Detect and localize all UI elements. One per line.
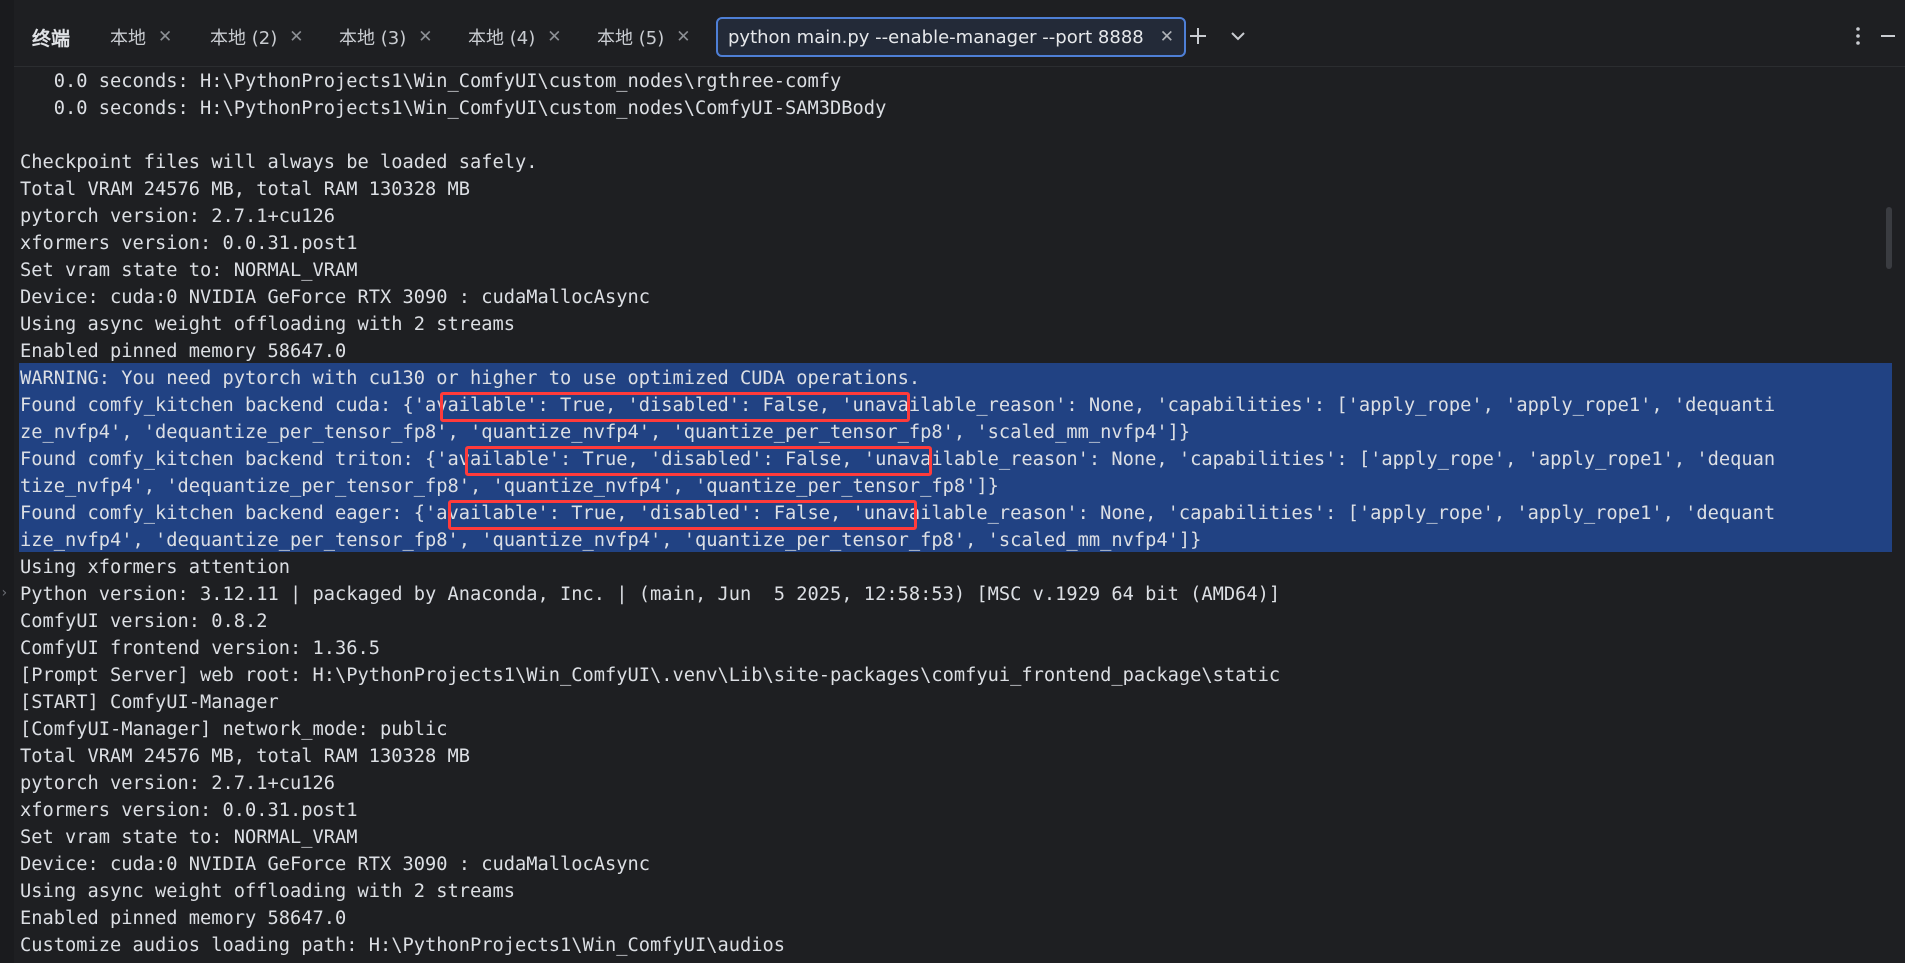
minimize-icon	[1881, 35, 1895, 37]
tab-local-3[interactable]: 本地 (3) ✕	[339, 17, 432, 57]
terminal-line: Enabled pinned memory 58647.0	[20, 341, 347, 362]
chevron-down-icon	[1231, 32, 1245, 41]
edge-marker-icon: ›	[0, 585, 9, 601]
vertical-scrollbar[interactable]	[1886, 207, 1892, 269]
tab-label: 本地 (5)	[597, 28, 665, 49]
terminal-line: Using xformers attention	[20, 557, 291, 578]
minimize-button[interactable]	[1874, 22, 1902, 50]
terminal-line: Total VRAM 24576 MB, total RAM 130328 MB	[20, 179, 471, 200]
terminal-line: Using async weight offloading with 2 str…	[20, 881, 516, 902]
terminal-line: WARNING: You need pytorch with cu130 or …	[20, 368, 921, 389]
tab-local-1[interactable]: 本地 ✕	[110, 17, 172, 57]
terminal-line: ComfyUI version: 0.8.2	[20, 611, 268, 632]
close-icon[interactable]: ✕	[418, 28, 432, 46]
terminal-line: Checkpoint files will always be loaded s…	[20, 152, 538, 173]
annotation-box	[448, 500, 917, 530]
left-edge-strip	[0, 0, 14, 963]
new-tab-button[interactable]	[1184, 22, 1212, 50]
tab-list-dropdown-button[interactable]	[1224, 22, 1252, 50]
terminal-line: tize_nvfp4', 'dequantize_per_tensor_fp8'…	[20, 476, 999, 497]
terminal-line: 0.0 seconds: H:\PythonProjects1\Win_Comf…	[20, 71, 842, 92]
close-icon[interactable]: ✕	[676, 28, 690, 46]
terminal-line: Set vram state to: NORMAL_VRAM	[20, 827, 358, 848]
tab-label: 本地	[110, 28, 146, 49]
close-icon[interactable]: ✕	[289, 28, 303, 46]
terminal-line: xformers version: 0.0.31.post1	[20, 233, 358, 254]
terminal-line: Total VRAM 24576 MB, total RAM 130328 MB	[20, 746, 471, 767]
more-options-button[interactable]	[1844, 22, 1872, 50]
more-vertical-icon	[1856, 27, 1860, 45]
terminal-line: pytorch version: 2.7.1+cu126	[20, 206, 336, 227]
plus-icon	[1190, 28, 1206, 44]
terminal-line: Python version: 3.12.11 | packaged by An…	[20, 584, 1281, 605]
terminal-line: [ComfyUI-Manager] network_mode: public	[20, 719, 448, 740]
terminal-line: 0.0 seconds: H:\PythonProjects1\Win_Comf…	[20, 98, 887, 119]
close-icon[interactable]: ✕	[158, 28, 172, 46]
terminal-line: Customize audios loading path: H:\Python…	[20, 935, 786, 956]
tab-local-5[interactable]: 本地 (5) ✕	[597, 17, 690, 57]
terminal-line: [START] ComfyUI-Manager	[20, 692, 279, 713]
terminal-line: Enabled pinned memory 58647.0	[20, 908, 347, 929]
terminal-line: pytorch version: 2.7.1+cu126	[20, 773, 336, 794]
terminal-line: Device: cuda:0 NVIDIA GeForce RTX 3090 :…	[20, 854, 651, 875]
terminal-line: xformers version: 0.0.31.post1	[20, 800, 358, 821]
annotation-box	[440, 392, 910, 422]
tab-bar: 终端 本地 ✕ 本地 (2) ✕ 本地 (3) ✕ 本地 (4) ✕ 本地 (5…	[14, 0, 1905, 67]
tab-label: python main.py --enable-manager --port 8…	[728, 26, 1144, 48]
terminal-line: Using async weight offloading with 2 str…	[20, 314, 516, 335]
terminal-line: [Prompt Server] web root: H:\PythonProje…	[20, 665, 1281, 686]
tab-label: 本地 (3)	[339, 28, 407, 49]
tab-local-4[interactable]: 本地 (4) ✕	[468, 17, 561, 57]
tab-label: 本地 (2)	[210, 28, 278, 49]
tool-window-title: 终端	[32, 28, 71, 50]
terminal-line: ComfyUI frontend version: 1.36.5	[20, 638, 381, 659]
terminal-output[interactable]: 0.0 seconds: H:\PythonProjects1\Win_Comf…	[14, 67, 1892, 963]
terminal-line: Device: cuda:0 NVIDIA GeForce RTX 3090 :…	[20, 287, 651, 308]
tab-python-main[interactable]: python main.py --enable-manager --port 8…	[716, 17, 1186, 57]
terminal-line: Set vram state to: NORMAL_VRAM	[20, 260, 358, 281]
terminal-line: ize_nvfp4', 'dequantize_per_tensor_fp8',…	[20, 530, 1202, 551]
close-icon[interactable]: ✕	[547, 28, 561, 46]
annotation-box	[465, 446, 932, 476]
tab-local-2[interactable]: 本地 (2) ✕	[210, 17, 303, 57]
terminal-window: 终端 本地 ✕ 本地 (2) ✕ 本地 (3) ✕ 本地 (4) ✕ 本地 (5…	[0, 0, 1905, 963]
tab-label: 本地 (4)	[468, 28, 536, 49]
terminal-line: ze_nvfp4', 'dequantize_per_tensor_fp8', …	[20, 422, 1191, 443]
close-icon[interactable]: ✕	[1160, 28, 1174, 46]
